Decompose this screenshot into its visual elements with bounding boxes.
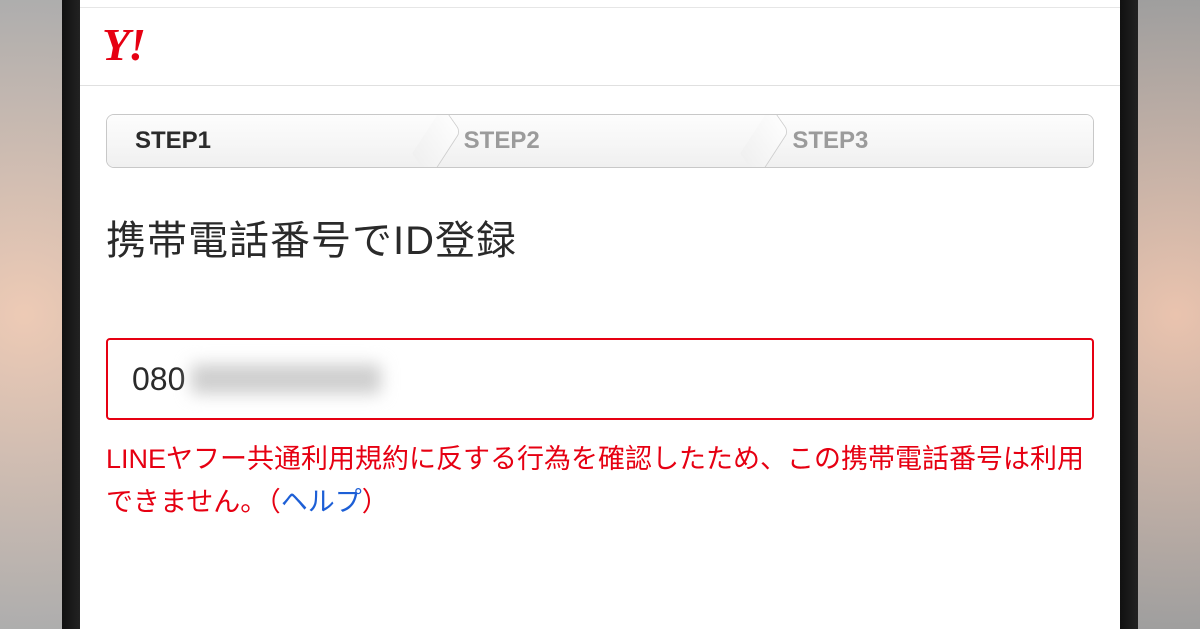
step-3-label: STEP3 (792, 127, 868, 155)
step-1-label: STEP1 (135, 127, 211, 155)
header: Y! (80, 8, 1120, 86)
photo-frame-left (0, 0, 80, 629)
step-2-label: STEP2 (464, 127, 540, 155)
phone-visible-prefix: 080 (132, 361, 185, 398)
yahoo-logo-icon: Y! (102, 18, 144, 71)
error-message: LINEヤフー共通利用規約に反する行為を確認したため、この携帯電話番号は利用でき… (106, 438, 1094, 524)
page-title: 携帯電話番号でID登録 (106, 208, 1094, 266)
phone-field-wrap: 080 LINEヤフー共通利用規約に反する行為を確認したため、この携帯電話番号は… (106, 338, 1094, 524)
photo-frame-right (1120, 0, 1200, 629)
phone-redacted-icon (191, 364, 381, 394)
step-3: STEP3 (764, 115, 1093, 167)
app-screen: Y! STEP1 STEP2 STEP3 携帯電話番号でID登録 080 LIN… (80, 0, 1120, 629)
step-indicator: STEP1 STEP2 STEP3 (106, 114, 1094, 168)
step-2: STEP2 (436, 115, 765, 167)
phone-input[interactable]: 080 (106, 338, 1094, 420)
content: STEP1 STEP2 STEP3 携帯電話番号でID登録 080 LINEヤフ… (80, 86, 1120, 524)
error-text-before: LINEヤフー共通利用規約に反する行為を確認したため、この携帯電話番号は利用でき… (106, 444, 1084, 517)
help-link[interactable]: ヘルプ (281, 487, 362, 517)
error-text-after: ） (362, 487, 389, 517)
step-1: STEP1 (107, 115, 436, 167)
top-divider (80, 0, 1120, 8)
